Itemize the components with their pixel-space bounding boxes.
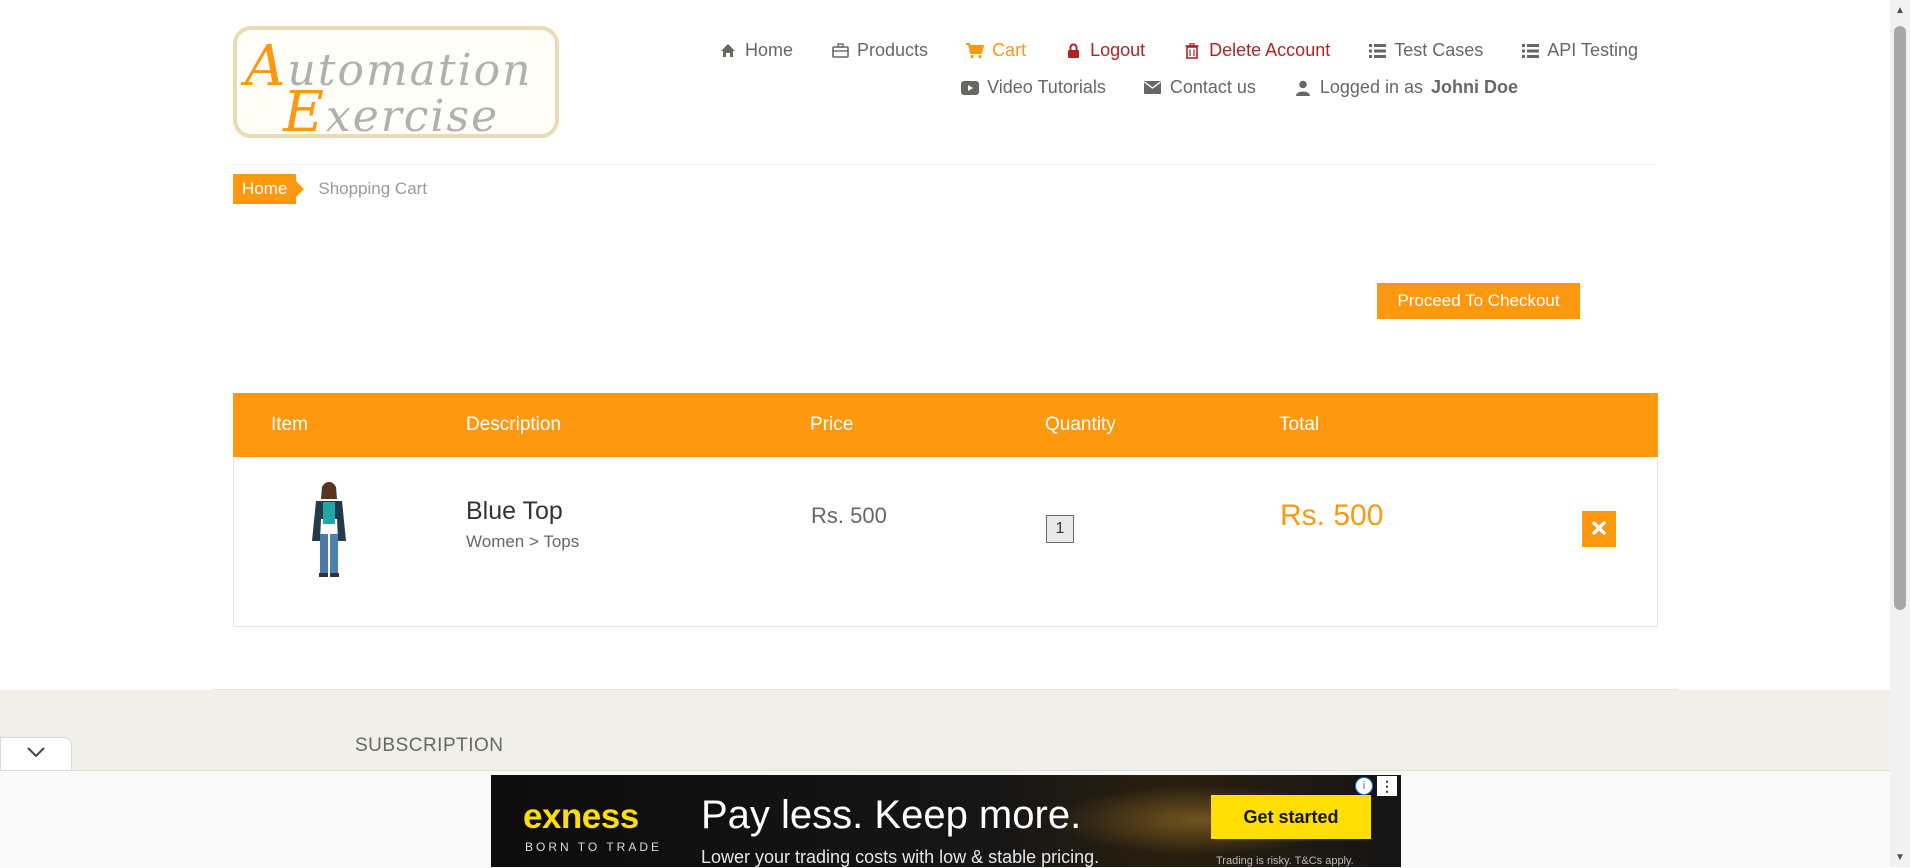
briefcase-icon xyxy=(831,42,849,60)
list-icon xyxy=(1521,42,1539,60)
nav-home[interactable]: Home xyxy=(719,40,793,61)
ad-disclaimer: Trading is risky. T&Cs apply. xyxy=(1216,855,1354,867)
ad-subline: Lower your trading costs with low & stab… xyxy=(701,847,1100,867)
nav-api-testing[interactable]: API Testing xyxy=(1521,40,1638,61)
page-scrollbar[interactable]: ▲ ▼ xyxy=(1890,0,1910,867)
nav-contact-us[interactable]: Contact us xyxy=(1144,77,1256,98)
ad-info-icon[interactable]: i xyxy=(1355,777,1373,795)
ad-get-started-button[interactable]: Get started xyxy=(1211,795,1371,839)
nav-contact-us-label: Contact us xyxy=(1169,77,1256,97)
nav-cart-label: Cart xyxy=(992,40,1027,60)
nav-delete-account-label: Delete Account xyxy=(1209,40,1331,60)
times-icon xyxy=(1592,518,1606,541)
list-icon xyxy=(1368,42,1386,60)
product-name[interactable]: Blue Top xyxy=(466,497,563,526)
cart-table: Item Description Price Quantity Total Bl xyxy=(233,393,1658,627)
logged-in-status: Logged in as Johni Doe xyxy=(1294,77,1518,98)
main-nav: Home Products Cart Logout Delete Account xyxy=(719,40,1638,61)
logged-in-username: Johni Doe xyxy=(1430,77,1518,97)
logo-line-2: Exercise xyxy=(283,80,500,145)
nav-test-cases-label: Test Cases xyxy=(1394,40,1484,60)
proceed-to-checkout-button[interactable]: Proceed To Checkout xyxy=(1377,283,1580,319)
cart-table-header: Item Description Price Quantity Total xyxy=(233,393,1658,457)
header-price: Price xyxy=(810,414,854,435)
chevron-down-icon xyxy=(26,745,46,763)
product-category: Women > Tops xyxy=(466,532,580,551)
subscription-heading: SUBSCRIPTION xyxy=(355,735,504,756)
header-total: Total xyxy=(1279,414,1320,435)
user-icon xyxy=(1294,79,1312,97)
header-quantity: Quantity xyxy=(1045,414,1116,435)
breadcrumb-home[interactable]: Home xyxy=(233,174,305,204)
footer-divider xyxy=(213,689,1678,690)
site-logo[interactable]: Automation Exercise xyxy=(233,26,559,145)
nav-test-cases[interactable]: Test Cases xyxy=(1368,40,1483,61)
delete-item-button[interactable] xyxy=(1582,511,1616,547)
trash-icon xyxy=(1183,42,1201,60)
header-divider xyxy=(233,164,1658,165)
ad-collapse-toggle[interactable] xyxy=(0,737,72,770)
breadcrumb-current: Shopping Cart xyxy=(318,179,428,198)
nav-logout-label: Logout xyxy=(1090,40,1146,60)
lock-icon xyxy=(1064,42,1082,60)
header-description: Description xyxy=(466,414,562,435)
nav-video-tutorials[interactable]: Video Tutorials xyxy=(961,77,1106,98)
ad-brand-tagline: BORN TO TRADE xyxy=(525,840,663,854)
ad-headline: Pay less. Keep more. xyxy=(701,793,1082,837)
nav-video-tutorials-label: Video Tutorials xyxy=(987,77,1106,97)
home-icon xyxy=(719,42,737,60)
nav-logout[interactable]: Logout xyxy=(1064,40,1145,61)
ad-menu-icon[interactable]: ⋮ xyxy=(1377,776,1397,796)
ad-brand: exness xyxy=(523,797,639,836)
scrollbar-thumb[interactable] xyxy=(1894,26,1906,610)
scroll-up-arrow-icon[interactable]: ▲ xyxy=(1894,4,1906,16)
product-image[interactable] xyxy=(304,479,354,579)
envelope-icon xyxy=(1144,79,1162,97)
scroll-down-arrow-icon[interactable]: ▼ xyxy=(1894,851,1906,863)
cart-icon xyxy=(966,42,985,60)
quantity-button[interactable]: 1 xyxy=(1046,515,1074,543)
secondary-nav: Video Tutorials Contact us Logged in as … xyxy=(961,77,1518,98)
logged-in-prefix: Logged in as xyxy=(1319,77,1423,97)
product-price: Rs. 500 xyxy=(811,503,887,528)
cart-row: Blue Top Women > Tops Rs. 500 1 Rs. 500 xyxy=(234,457,1657,627)
nav-home-label: Home xyxy=(745,40,794,60)
nav-delete-account[interactable]: Delete Account xyxy=(1183,40,1330,61)
youtube-play-icon xyxy=(961,79,980,97)
ad-banner[interactable]: exness BORN TO TRADE Pay less. Keep more… xyxy=(491,775,1401,867)
product-total: Rs. 500 xyxy=(1280,499,1384,532)
nav-products[interactable]: Products xyxy=(831,40,928,61)
header-item: Item xyxy=(271,414,308,435)
nav-api-testing-label: API Testing xyxy=(1547,40,1638,60)
nav-cart[interactable]: Cart xyxy=(966,40,1026,61)
breadcrumb: Home Shopping Cart xyxy=(233,174,427,204)
nav-products-label: Products xyxy=(857,40,929,60)
